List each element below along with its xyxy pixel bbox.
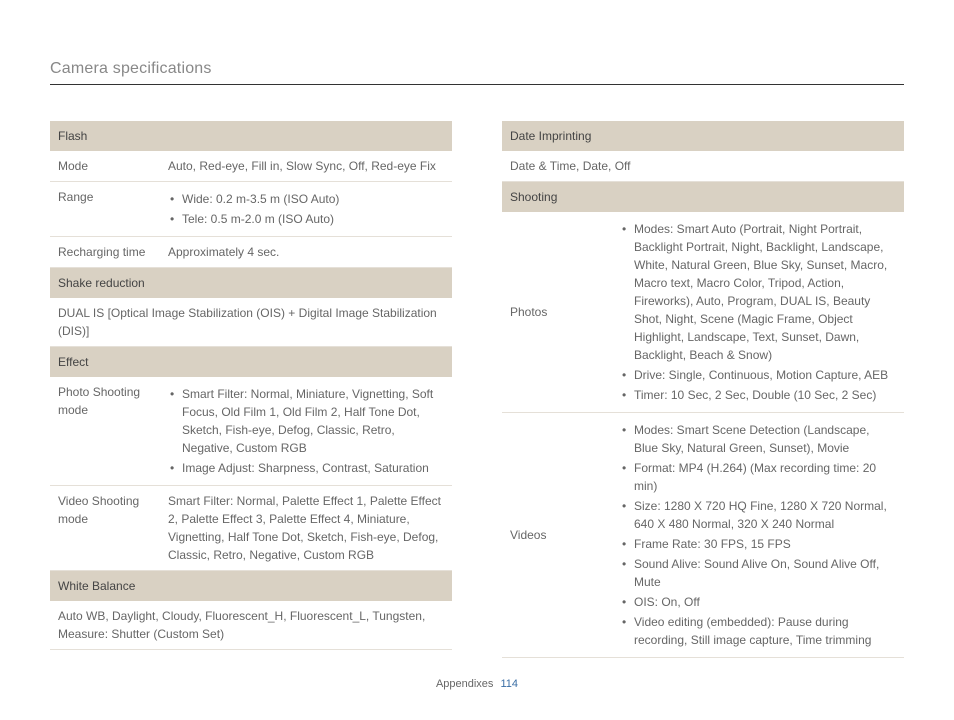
value-flash-range: Wide: 0.2 m-3.5 m (ISO Auto) Tele: 0.5 m…	[160, 182, 452, 237]
videos-sound: Sound Alive: Sound Alive On, Sound Alive…	[620, 555, 896, 591]
section-shoot: Shooting	[502, 182, 904, 213]
right-column: Date Imprinting Date & Time, Date, Off S…	[502, 121, 904, 658]
section-flash: Flash	[50, 121, 452, 151]
label-videos: Videos	[502, 413, 612, 658]
videos-size: Size: 1280 X 720 HQ Fine, 1280 X 720 Nor…	[620, 497, 896, 533]
videos-modes: Modes: Smart Scene Detection (Landscape,…	[620, 421, 896, 457]
value-date: Date & Time, Date, Off	[502, 151, 904, 182]
row-flash-recharge: Recharging time Approximately 4 sec.	[50, 237, 452, 268]
section-effect-label: Effect	[50, 347, 452, 378]
label-video-mode: Video Shooting mode	[50, 486, 160, 571]
label-flash-recharge: Recharging time	[50, 237, 160, 268]
row-photo-mode: Photo Shooting mode Smart Filter: Normal…	[50, 377, 452, 486]
photos-modes: Modes: Smart Auto (Portrait, Night Portr…	[620, 220, 896, 364]
footer-page-number: 114	[501, 678, 519, 690]
row-flash-range: Range Wide: 0.2 m-3.5 m (ISO Auto) Tele:…	[50, 182, 452, 237]
videos-editing: Video editing (embedded): Pause during r…	[620, 613, 896, 649]
photo-mode-filter: Smart Filter: Normal, Miniature, Vignett…	[168, 385, 444, 457]
section-wb-label: White Balance	[50, 571, 452, 602]
section-flash-label: Flash	[50, 121, 452, 151]
row-shake: DUAL IS [Optical Image Stabilization (OI…	[50, 298, 452, 347]
value-videos: Modes: Smart Scene Detection (Landscape,…	[612, 413, 904, 658]
row-photos: Photos Modes: Smart Auto (Portrait, Nigh…	[502, 212, 904, 413]
photo-mode-adjust: Image Adjust: Sharpness, Contrast, Satur…	[168, 459, 444, 477]
value-shake: DUAL IS [Optical Image Stabilization (OI…	[50, 298, 452, 347]
row-videos: Videos Modes: Smart Scene Detection (Lan…	[502, 413, 904, 658]
page-title: Camera specifications	[50, 60, 904, 85]
value-flash-recharge: Approximately 4 sec.	[160, 237, 452, 268]
photos-drive: Drive: Single, Continuous, Motion Captur…	[620, 366, 896, 384]
videos-framerate: Frame Rate: 30 FPS, 15 FPS	[620, 535, 896, 553]
section-shake-label: Shake reduction	[50, 268, 452, 299]
section-shoot-label: Shooting	[502, 182, 904, 213]
flash-range-tele: Tele: 0.5 m-2.0 m (ISO Auto)	[168, 210, 444, 228]
section-effect: Effect	[50, 347, 452, 378]
row-wb: Auto WB, Daylight, Cloudy, Fluorescent_H…	[50, 601, 452, 650]
page-footer: Appendixes 114	[0, 678, 954, 690]
value-video-mode: Smart Filter: Normal, Palette Effect 1, …	[160, 486, 452, 571]
value-photo-mode: Smart Filter: Normal, Miniature, Vignett…	[160, 377, 452, 486]
row-date: Date & Time, Date, Off	[502, 151, 904, 182]
section-date: Date Imprinting	[502, 121, 904, 151]
label-flash-mode: Mode	[50, 151, 160, 182]
photos-timer: Timer: 10 Sec, 2 Sec, Double (10 Sec, 2 …	[620, 386, 896, 404]
content-columns: Flash Mode Auto, Red-eye, Fill in, Slow …	[50, 121, 904, 658]
footer-section: Appendixes	[436, 678, 494, 690]
value-flash-mode: Auto, Red-eye, Fill in, Slow Sync, Off, …	[160, 151, 452, 182]
value-wb: Auto WB, Daylight, Cloudy, Fluorescent_H…	[50, 601, 452, 650]
left-column: Flash Mode Auto, Red-eye, Fill in, Slow …	[50, 121, 452, 658]
flash-range-wide: Wide: 0.2 m-3.5 m (ISO Auto)	[168, 190, 444, 208]
row-flash-mode: Mode Auto, Red-eye, Fill in, Slow Sync, …	[50, 151, 452, 182]
section-wb: White Balance	[50, 571, 452, 602]
row-video-mode: Video Shooting mode Smart Filter: Normal…	[50, 486, 452, 571]
spec-table-right: Date Imprinting Date & Time, Date, Off S…	[502, 121, 904, 658]
label-flash-range: Range	[50, 182, 160, 237]
videos-format: Format: MP4 (H.264) (Max recording time:…	[620, 459, 896, 495]
section-shake: Shake reduction	[50, 268, 452, 299]
videos-ois: OIS: On, Off	[620, 593, 896, 611]
spec-table-left: Flash Mode Auto, Red-eye, Fill in, Slow …	[50, 121, 452, 650]
label-photo-mode: Photo Shooting mode	[50, 377, 160, 486]
value-photos: Modes: Smart Auto (Portrait, Night Portr…	[612, 212, 904, 413]
label-photos: Photos	[502, 212, 612, 413]
section-date-label: Date Imprinting	[502, 121, 904, 151]
